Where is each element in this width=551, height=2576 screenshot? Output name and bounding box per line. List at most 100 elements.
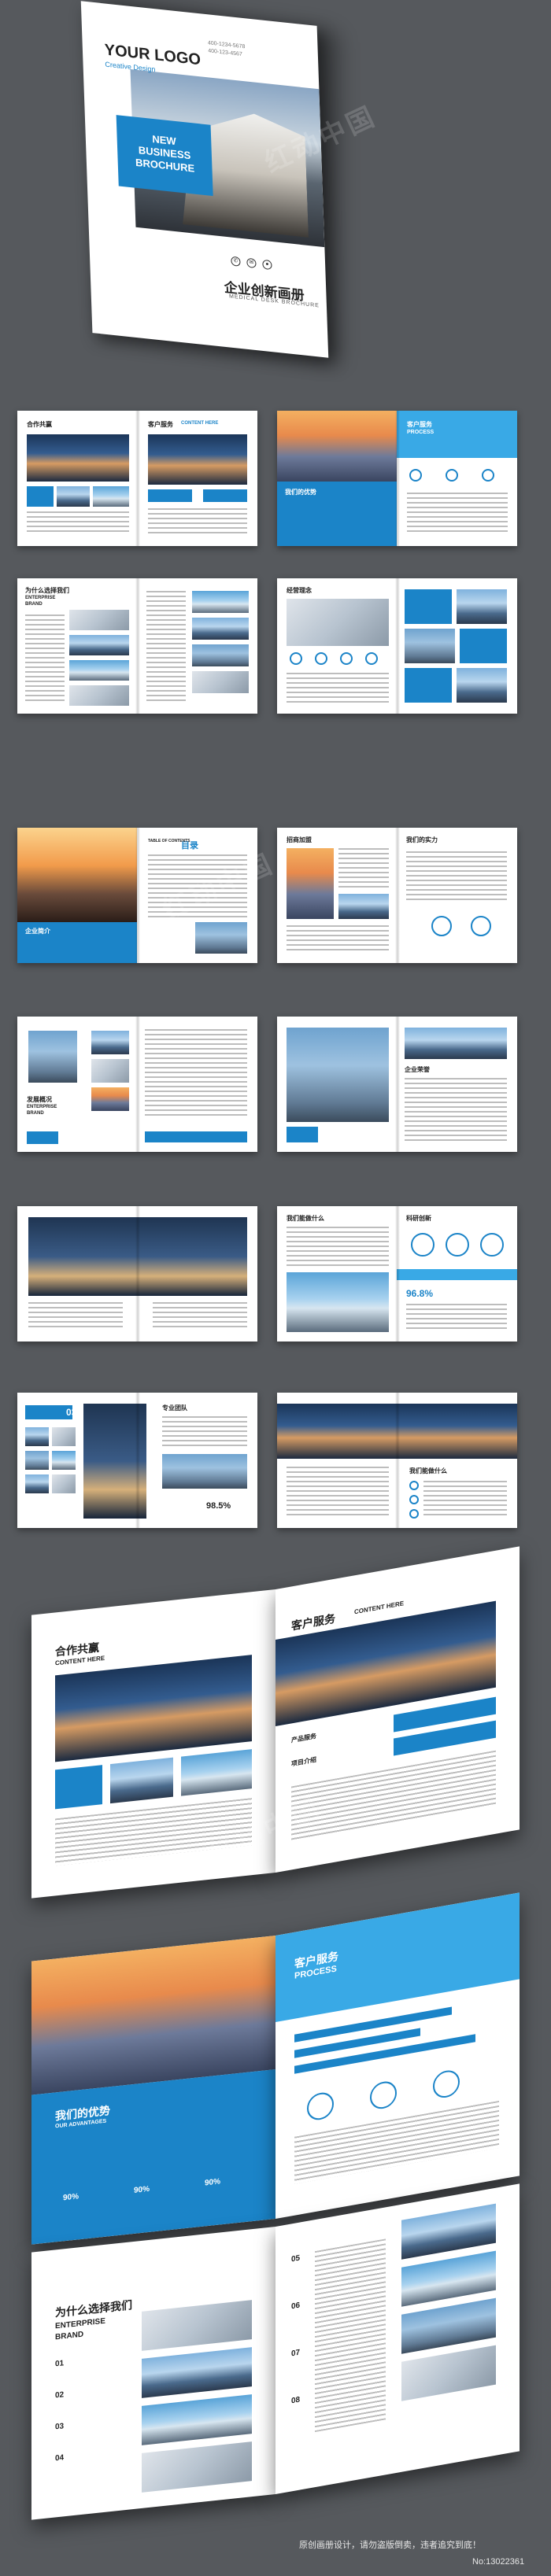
spread-sub: TABLE OF CONTENTS xyxy=(148,839,190,843)
location-icon: ● xyxy=(262,259,272,271)
office-photo xyxy=(142,2441,252,2493)
cover-badge: NEW BUSINESS BROCHURE xyxy=(116,115,213,197)
process-icon xyxy=(409,469,422,482)
spread-heading: 招商加盟 xyxy=(287,836,312,843)
skyline-photo xyxy=(28,1217,247,1296)
perspective-spread-why-us: 为什么选择我们 ENTERPRISE BRAND 01 02 03 04 05 … xyxy=(31,2183,520,2520)
plane-photo xyxy=(192,591,249,613)
item-number: No:13022361 xyxy=(472,2557,525,2567)
spread-heading: 客户服务 xyxy=(148,421,173,428)
spread-heading: 为什么选择我们 xyxy=(25,587,69,594)
spread-heading: 合作共赢 xyxy=(27,421,52,428)
blue-box xyxy=(460,629,507,663)
text-block xyxy=(287,1467,389,1519)
feature-icon xyxy=(290,652,302,665)
text-block xyxy=(146,591,186,701)
progress-ring xyxy=(431,916,452,936)
sky-photo xyxy=(52,1451,76,1470)
tower-photo xyxy=(195,922,247,954)
stat-value: 96.8% xyxy=(406,1288,434,1299)
spread-sub: BRAND xyxy=(27,1111,44,1116)
item-number: 02 xyxy=(55,2390,65,2401)
text-block xyxy=(25,614,65,701)
spread-franchise: 招商加盟 我们的实力 xyxy=(277,828,517,963)
bridge-photo xyxy=(148,434,247,485)
office-photo xyxy=(401,2345,496,2401)
brochure-cover: YOUR LOGO Creative Design 400-1234-5678 … xyxy=(80,1,329,358)
spread-process: 我们的优势 客户服务 PROCESS xyxy=(277,411,517,546)
mail-icon: ✉ xyxy=(246,257,257,268)
spread-heading: 发展概况 xyxy=(27,1096,52,1103)
text-block xyxy=(28,1302,123,1330)
laptop-photo xyxy=(287,599,389,646)
city-photo xyxy=(25,1427,49,1446)
spread-heading: 专业团队 xyxy=(162,1404,187,1412)
office-photo xyxy=(69,685,129,706)
text-block xyxy=(287,925,389,954)
text-block xyxy=(405,1078,507,1142)
spread-heading: 客户服务 xyxy=(407,421,432,428)
item-number: 04 xyxy=(55,2453,65,2463)
blue-tag xyxy=(148,489,192,502)
process-icon xyxy=(482,469,494,482)
spread-sub: CONTENT HERE xyxy=(354,1600,405,1616)
item-number: 08 xyxy=(291,2395,301,2406)
tower-sunset-photo xyxy=(287,848,334,919)
text-block xyxy=(423,1481,507,1519)
spread-why-us: 为什么选择我们 ENTERPRISE BRAND xyxy=(17,578,257,714)
bridge-photo xyxy=(55,1655,252,1762)
office-photo xyxy=(69,610,129,630)
city-photo xyxy=(69,635,129,655)
blue-box xyxy=(55,1765,102,1810)
text-block xyxy=(406,1304,507,1332)
tower-photo xyxy=(401,2297,496,2354)
feature-icon xyxy=(340,652,353,665)
text-block xyxy=(338,848,389,888)
city-photo xyxy=(338,894,389,919)
spread-sub: BRAND xyxy=(25,602,43,607)
blue-tag xyxy=(25,1405,72,1419)
spread-heading: 科研创新 xyxy=(406,1215,431,1222)
spread-heading: 为什么选择我们 xyxy=(55,2298,132,2320)
plane-photo xyxy=(401,2250,496,2307)
stat-value: 90% xyxy=(63,2192,80,2203)
spread-team: 03 专业团队 98.5% xyxy=(17,1393,257,1528)
text-block xyxy=(145,1029,247,1116)
cover-icons: ✆ ✉ ● xyxy=(231,256,272,271)
sky-photo xyxy=(69,660,129,681)
text-block xyxy=(407,493,508,532)
tower-photo xyxy=(192,644,249,666)
text-block xyxy=(287,1227,389,1266)
office-photo xyxy=(192,671,249,693)
blue-box xyxy=(27,486,54,507)
tower-photo xyxy=(405,629,455,663)
step-circle xyxy=(446,1233,469,1257)
item-number: 05 xyxy=(291,2253,301,2264)
list-icon xyxy=(409,1509,419,1519)
city-photo xyxy=(91,1031,129,1054)
crowd-photo xyxy=(17,828,137,922)
blue-box xyxy=(287,1127,318,1142)
spread-cooperation: 合作共赢 客户服务 CONTENT HERE xyxy=(17,411,257,546)
text-block xyxy=(148,508,247,535)
text-block xyxy=(162,1416,247,1448)
spread-development: 发展概况 ENTERPRISE BRAND xyxy=(17,1017,257,1152)
city-photo xyxy=(405,1028,507,1059)
process-icon xyxy=(307,2090,334,2122)
bridge-panorama xyxy=(277,1404,517,1459)
stat-value: 90% xyxy=(205,2177,221,2188)
right-page: 05 06 07 08 xyxy=(276,2183,520,2494)
sunset-photo xyxy=(91,1087,129,1111)
spread-honors: 企业荣誉 xyxy=(277,1017,517,1152)
list-icon xyxy=(409,1481,419,1490)
spread-heading: 我们能做什么 xyxy=(287,1215,324,1222)
stat-value: 98.5% xyxy=(206,1501,231,1511)
cover-contact: 400-1234-5678 400-123-4567 xyxy=(208,39,246,59)
city-photo xyxy=(457,668,507,703)
spread-heading: 我们的实力 xyxy=(406,836,438,843)
project-label: 项目介绍 xyxy=(291,1755,316,1768)
text-block xyxy=(315,2238,386,2433)
process-icon xyxy=(446,469,458,482)
city-sunset-photo xyxy=(277,411,397,482)
city-photo xyxy=(142,2347,252,2398)
